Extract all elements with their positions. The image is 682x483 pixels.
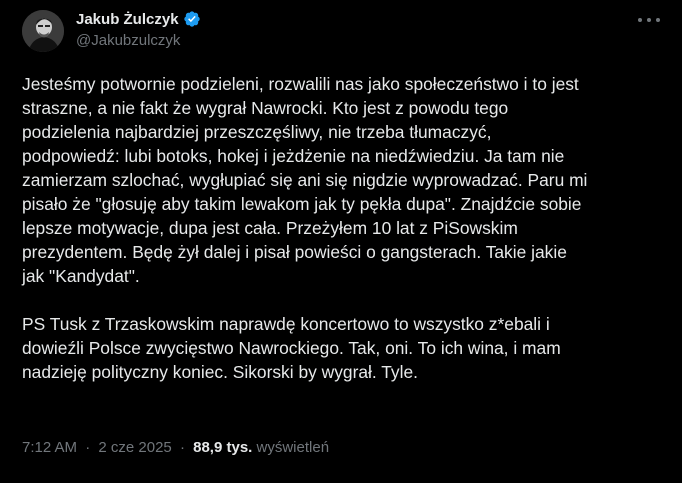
ellipsis-dot (647, 18, 651, 22)
views-label: wyświetleń (256, 439, 330, 456)
ellipsis-icon[interactable] (638, 11, 660, 29)
ellipsis-dot (656, 18, 660, 22)
tweet-line: straszne, a nie fakt że wygrał Nawrocki.… (22, 98, 509, 118)
tweet-time[interactable]: 7:12 AM (22, 439, 77, 456)
tweet-line: jak "Kandydat". (22, 266, 140, 286)
profile-photo-icon (22, 10, 64, 52)
tweet-line: zamierzam szlochać, wygłupiać się ani si… (22, 170, 588, 190)
tweet-line: PS Tusk z Trzaskowskim naprawdę koncerto… (22, 314, 550, 334)
tweet-line: nadzieję polityczny koniec. Sikorski by … (22, 362, 418, 382)
verified-badge-icon (183, 10, 201, 28)
tweet-line: dowieźli Polsce zwycięstwo Nawrockiego. … (22, 338, 561, 358)
tweet-line: pisało że "głosuję aby takim lewakom jak… (22, 194, 582, 214)
tweet-date[interactable]: 2 cze 2025 (98, 439, 171, 456)
tweet-line: prezydentem. Będę żył dalej i pisał powi… (22, 242, 567, 262)
tweet-line: Jesteśmy potwornie podzieleni, rozwalili… (22, 74, 579, 94)
tweet-meta: 7:12 AM · 2 cze 2025 · 88,9 tys. wyświet… (22, 439, 329, 456)
ellipsis-dot (638, 18, 642, 22)
tweet-text: Jesteśmy potwornie podzieleni, rozwalili… (22, 72, 670, 384)
tweet-line: podzielenia najbardziej przeszczęśliwy, … (22, 122, 492, 142)
tweet: Jakub Żulczyk @Jakubzulczyk Jesteśmy pot… (0, 0, 682, 483)
avatar[interactable] (22, 10, 64, 52)
author-display-name[interactable]: Jakub Żulczyk (76, 11, 179, 28)
tweet-line: lepsze motywacje, dupa jest cała. Przeży… (22, 218, 518, 238)
author-handle[interactable]: @Jakubzulczyk (76, 32, 180, 49)
meta-separator: · (179, 439, 185, 456)
tweet-line: podpowiedź: lubi botoks, hokej i jeżdżen… (22, 146, 565, 166)
views-count: 88,9 tys. (193, 439, 253, 456)
meta-separator: · (85, 439, 91, 456)
author-name-row: Jakub Żulczyk (76, 9, 201, 29)
